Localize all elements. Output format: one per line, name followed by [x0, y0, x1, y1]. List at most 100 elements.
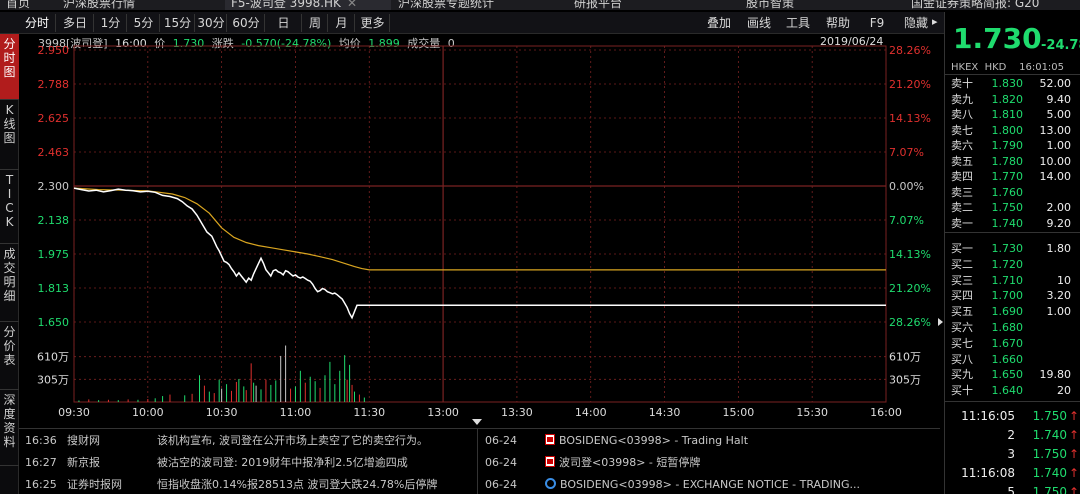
- x-tick-label: 10:30: [206, 406, 238, 419]
- period-button[interactable]: 60分: [228, 14, 265, 32]
- tool-button[interactable]: F9: [860, 14, 894, 32]
- news-item[interactable]: 16:27 新京报 被沽空的波司登: 2019财年中报净利2.5亿增逾四成: [25, 453, 408, 473]
- bid-level: 买七: [951, 336, 973, 350]
- period-button[interactable]: 分时: [19, 14, 56, 32]
- tool-button[interactable]: 画线: [740, 14, 778, 32]
- bid-row[interactable]: 买十 1.640 20: [951, 383, 1071, 398]
- top-tab[interactable]: 股市智策: [740, 0, 904, 10]
- volume-tick-label: 610万: [37, 351, 69, 364]
- top-tab[interactable]: 研报平台: [568, 0, 739, 10]
- tool-button[interactable]: 叠加: [700, 14, 738, 32]
- bid-volume: 19.80: [1039, 368, 1072, 382]
- ie-icon: [545, 478, 556, 489]
- news-title: 被沽空的波司登: 2019财年中报净利2.5亿增逾四成: [157, 456, 408, 469]
- news-time: 16:27: [25, 456, 57, 469]
- period-button[interactable]: 月: [329, 14, 355, 32]
- view-side-tabs: 分 时 图K 线 图T I C K成 交 明 细分 价 表深 度 资 料: [0, 34, 19, 494]
- tool-button[interactable]: 工具: [780, 14, 816, 32]
- intraday-chart[interactable]: 2.950 28.26% 2.788 21.20% 2.625 14.13% 2.463 7.…: [19, 34, 940, 426]
- ask-row[interactable]: 卖四 1.770 14.00: [951, 169, 1071, 184]
- bid-row[interactable]: 买五 1.690 1.00: [951, 304, 1071, 319]
- bid-price: 1.680: [991, 321, 1024, 334]
- period-button[interactable]: 周: [303, 14, 328, 32]
- side-tab[interactable]: 分 价 表: [0, 322, 19, 390]
- announcement-title: 波司登<03998> - 短暂停牌: [559, 456, 701, 469]
- ask-price: 1.830: [991, 77, 1024, 90]
- side-tab[interactable]: 分 时 图: [0, 34, 19, 100]
- period-button[interactable]: 更多: [356, 14, 390, 32]
- bid-level: 买九: [951, 368, 973, 382]
- ask-row[interactable]: 卖二 1.750 2.00: [951, 200, 1071, 215]
- ask-level: 卖六: [951, 139, 973, 152]
- news-divider: [477, 429, 478, 494]
- period-button[interactable]: 1分: [95, 14, 127, 32]
- bid-row[interactable]: 买七 1.670: [951, 336, 1071, 351]
- ask-row[interactable]: 卖五 1.780 10.00: [951, 154, 1071, 169]
- news-source: 搜财网: [67, 434, 100, 447]
- bid-row[interactable]: 买六 1.680: [951, 320, 1071, 335]
- announcement-item[interactable]: 06-24 BOSIDENG<03998> - EXCHANGE NOTICE -…: [485, 475, 860, 494]
- ask-row[interactable]: 卖一 1.740 9.20: [951, 216, 1071, 231]
- top-tab[interactable]: F5-波司登 3998.HK ✕: [225, 0, 391, 10]
- side-tab[interactable]: K 线 图: [0, 100, 19, 170]
- bid-volume: 1.80: [1046, 242, 1072, 255]
- bid-row[interactable]: 买三 1.710 10: [951, 273, 1071, 288]
- bid-row[interactable]: 买九 1.650 19.80: [951, 367, 1071, 382]
- ask-level: 卖一: [951, 216, 973, 230]
- announcement-item[interactable]: 06-24 波司登<03998> - 短暂停牌: [485, 453, 700, 473]
- period-button[interactable]: 30分: [196, 14, 227, 32]
- side-expand-arrow[interactable]: [938, 318, 943, 326]
- up-arrow-icon: ↑: [1069, 466, 1080, 480]
- ask-row[interactable]: 卖九 1.820 9.40: [951, 92, 1071, 107]
- period-button[interactable]: 5分: [128, 14, 160, 32]
- period-button[interactable]: 15分: [161, 14, 195, 32]
- tool-button[interactable]: 帮助: [818, 14, 858, 32]
- tick-price: 1.750: [1032, 485, 1067, 494]
- announcement-date: 06-24: [485, 456, 517, 469]
- ask-price: 1.790: [991, 139, 1024, 152]
- ask-price: 1.780: [991, 154, 1024, 168]
- tick-price: 1.740: [1032, 466, 1067, 480]
- ask-row[interactable]: 卖六 1.790 1.00: [951, 138, 1071, 153]
- ask-row[interactable]: 卖三 1.760: [951, 185, 1071, 200]
- top-tab[interactable]: 沪深股票行情: [57, 0, 224, 10]
- volume-tick-label-right: 305万: [889, 373, 921, 386]
- top-tab[interactable]: 首页: [0, 0, 56, 10]
- tick-price: 1.750: [1032, 447, 1067, 461]
- bid-row[interactable]: 买一 1.730 1.80: [951, 241, 1071, 256]
- news-item[interactable]: 16:36 搜财网 该机构宣布, 波司登在公开市场上卖空了它的卖空行为。: [25, 431, 428, 451]
- bid-level: 买八: [951, 352, 973, 366]
- bid-price: 1.710: [991, 273, 1024, 287]
- announcement-title: BOSIDENG<03998> - EXCHANGE NOTICE - TRAD…: [560, 478, 861, 491]
- hide-arrow-icon[interactable]: ▸: [932, 15, 938, 28]
- tick-price: 1.750: [1032, 409, 1067, 423]
- top-tab[interactable]: 沪深股票专题统计: [392, 0, 567, 10]
- period-button[interactable]: 多日: [57, 14, 94, 32]
- top-tab[interactable]: 国金证券策略简报: G20: [905, 0, 1080, 10]
- side-tab[interactable]: 深 度 资 料: [0, 390, 19, 466]
- announcement-date: 06-24: [485, 478, 517, 491]
- x-tick-label: 16:00: [870, 406, 902, 419]
- news-source: 证券时报网: [67, 478, 122, 491]
- close-icon[interactable]: ✕: [347, 0, 357, 10]
- ask-row[interactable]: 卖十 1.830 52.00: [951, 76, 1071, 91]
- last-price: 1.730: [953, 22, 1042, 55]
- side-tab[interactable]: T I C K: [0, 170, 19, 244]
- news-item[interactable]: 16:25 证券时报网 恒指收盘涨0.14%报28513点 波司登大跌24.78%后…: [25, 475, 437, 494]
- side-tab[interactable]: 成 交 明 细: [0, 244, 19, 322]
- bid-level: 买一: [951, 242, 973, 255]
- tool-button[interactable]: 隐藏: [896, 14, 936, 32]
- y-tick-label: 2.300: [38, 180, 70, 193]
- period-button[interactable]: 日: [266, 14, 302, 32]
- bid-row[interactable]: 买二 1.720: [951, 257, 1071, 272]
- ask-row[interactable]: 卖七 1.800 13.00: [951, 123, 1071, 138]
- bid-row[interactable]: 买八 1.660: [951, 352, 1071, 367]
- bid-price: 1.720: [991, 257, 1024, 271]
- announcement-item[interactable]: 06-24 BOSIDENG<03998> - Trading Halt: [485, 431, 748, 451]
- bid-row[interactable]: 买四 1.700 3.20: [951, 288, 1071, 303]
- y-right-tick-label: 28.26%: [889, 44, 931, 57]
- ask-row[interactable]: 卖八 1.810 5.00: [951, 107, 1071, 122]
- expand-news-arrow[interactable]: [472, 419, 482, 425]
- volume-tick-label: 305万: [37, 373, 69, 386]
- bid-level: 买六: [951, 321, 973, 334]
